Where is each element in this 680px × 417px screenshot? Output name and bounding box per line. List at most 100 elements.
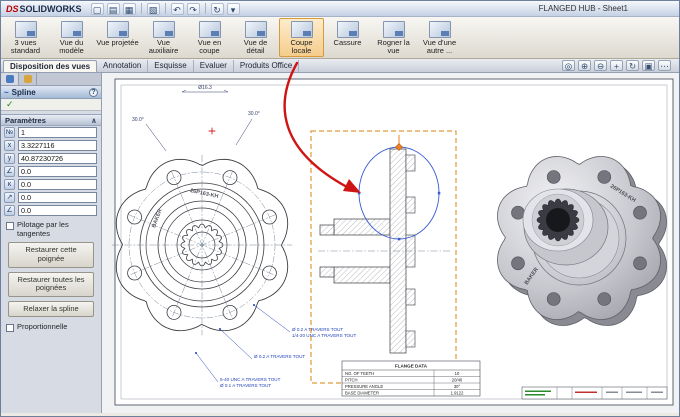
toolbar-separator [140, 3, 142, 14]
tab-evaluer[interactable]: Evaluer [194, 60, 234, 72]
tab-produits-office[interactable]: Produits Office [234, 60, 300, 72]
iso-bolt-hole [546, 170, 561, 184]
redo-icon[interactable]: ↷ [186, 2, 200, 15]
break-view-icon [336, 21, 359, 38]
tangent-driving-label: Pilotage par les tangentes [17, 220, 69, 238]
standard-views-button[interactable]: 3 vues standard [3, 18, 48, 57]
broken-out-section-icon [290, 21, 313, 38]
save-icon[interactable]: ▦ [122, 2, 136, 15]
tangent-driving-checkbox[interactable] [6, 222, 14, 230]
tangent-angle-icon: ∠ [4, 166, 15, 177]
title-block [521, 386, 668, 400]
detail-view-button[interactable]: Vue de détail [233, 18, 278, 57]
toolbar-separator [204, 3, 206, 14]
spline-control-point[interactable] [397, 237, 401, 241]
break-view-button[interactable]: Cassure [325, 18, 370, 57]
auxiliary-view-button[interactable]: Vue auxiliaire [141, 18, 186, 57]
flange-tab-section [405, 330, 416, 348]
curvature-field[interactable]: 0.0 [18, 179, 97, 190]
table-cell: 10 [455, 371, 460, 376]
section-view-button[interactable]: Vue en coupe [187, 18, 232, 57]
solidworks-window: DSSOLIDWORKS ▢ ▤ ▦ ▧ ↶ ↷ ↻ ▾ FLANGED HUB… [0, 0, 680, 417]
reset-all-handles-button[interactable]: Restaurer toutes les poignées [8, 271, 94, 297]
hub-step-wall [319, 266, 335, 278]
proportional-label: Proportionnelle [17, 322, 68, 332]
options-dropdown-icon[interactable]: ▾ [226, 2, 240, 15]
curvature-row: κ 0.0 [1, 178, 101, 191]
x-coordinate-icon: x [4, 140, 15, 151]
tab-annotation[interactable]: Annotation [97, 60, 149, 72]
more-view-tools-icon[interactable]: ⋯ [658, 60, 671, 71]
model-view-button[interactable]: Vue du modèle [49, 18, 94, 57]
tangent-direction-icon: ∠ [4, 205, 15, 216]
detail-view-icon [244, 21, 267, 38]
tangent-weight-icon: ↗ [4, 192, 15, 203]
spline-point-number-field[interactable]: 1 [18, 127, 97, 138]
tangent-angle-field[interactable]: 0.0 [18, 166, 97, 177]
table-cell: 30° [454, 384, 461, 389]
button-label: Rogner la vue [377, 38, 410, 56]
undo-icon[interactable]: ↶ [170, 2, 184, 15]
projected-view-button[interactable]: Vue projetée [95, 18, 140, 57]
command-manager-tabbar: Disposition des vues Annotation Esquisse… [1, 59, 679, 73]
spline-control-point[interactable] [357, 191, 361, 195]
help-icon[interactable]: ? [89, 87, 98, 97]
pan-icon[interactable]: + [610, 60, 623, 71]
configuration-tab[interactable] [19, 73, 37, 85]
tangent-direction-field[interactable]: 0.0 [18, 205, 97, 216]
spline-point-number-row: № 1 [1, 126, 101, 139]
propertymanager-tab[interactable] [1, 73, 19, 85]
rebuild-icon[interactable]: ↻ [210, 2, 224, 15]
relax-spline-button[interactable]: Relaxer la spline [8, 300, 94, 318]
tangent-weight-field[interactable]: 0.0 [18, 192, 97, 203]
print-icon[interactable]: ▧ [146, 2, 160, 15]
flange-tab-section [405, 288, 416, 306]
alternate-position-view-button[interactable]: Vue d'une autre ... [417, 18, 462, 57]
tangent-direction-row: ∠ 0.0 [1, 204, 101, 217]
button-label: Vue auxiliaire [148, 38, 179, 56]
auxiliary-view-icon [152, 21, 175, 38]
crop-view-button[interactable]: Rogner la vue [371, 18, 416, 57]
rotate-view-icon[interactable]: ↻ [626, 60, 639, 71]
button-label: Vue de détail [243, 38, 268, 56]
new-document-icon[interactable]: ▢ [90, 2, 104, 15]
y-coordinate-row: y 40.87230726 [1, 152, 101, 165]
table-cell: 20/40 [452, 378, 463, 383]
x-coordinate-field[interactable]: 3.3227116 [18, 140, 97, 151]
diameter-dimension: Ø16.3 [198, 85, 212, 91]
zoom-out-icon[interactable]: ⊖ [594, 60, 607, 71]
zoom-in-icon[interactable]: ⊕ [578, 60, 591, 71]
ok-check-icon[interactable]: ✓ [6, 99, 14, 110]
iso-bolt-hole [511, 256, 525, 271]
flange-data-table[interactable]: FLANGE DATA NO. OF TEETH 10 PITCH 20/40 … [341, 360, 481, 397]
solidworks-logo: DSSOLIDWORKS [6, 4, 82, 14]
parameters-section-header[interactable]: Paramètres ∧ [1, 114, 101, 126]
hub-section-wall [333, 218, 391, 236]
angle-dimension: 30.0° [132, 117, 144, 123]
broken-out-section-button[interactable]: Coupe locale [279, 18, 324, 57]
spline-control-point[interactable] [437, 191, 441, 195]
reset-this-handle-button[interactable]: Restaurer cette poignée [8, 242, 94, 268]
table-title: FLANGE DATA [395, 364, 428, 369]
table-cell: PRESSURE ANGLE [345, 384, 383, 389]
tab-disposition-des-vues[interactable]: Disposition des vues [3, 60, 98, 72]
iso-bolt-hole [633, 256, 647, 271]
table-cell: PITCH [345, 378, 358, 383]
propertymanager-tab-icon [5, 75, 14, 83]
zoom-fit-icon[interactable]: ◎ [562, 60, 575, 71]
note-line: Ø 0.2 A TRAVERS TOUT [292, 327, 343, 332]
angle-dimension: 30.0° [248, 111, 260, 117]
configuration-tab-icon [23, 75, 32, 83]
display-style-icon[interactable]: ▣ [642, 60, 655, 71]
proportional-checkbox[interactable] [6, 324, 14, 333]
table-cell: BASE DIAMETER [345, 391, 379, 396]
logo-name: SOLIDWORKS [19, 3, 82, 14]
drawing-canvas[interactable]: BAKER 26P163-KH Ø16.3 30.0° 30.0° Ø 0.2 … [102, 73, 679, 413]
button-label: Vue projetée [96, 38, 139, 47]
tab-esquisse[interactable]: Esquisse [148, 60, 194, 72]
crop-view-icon [382, 21, 405, 38]
open-folder-icon[interactable]: ▤ [106, 2, 120, 15]
curvature-icon: κ [4, 179, 15, 190]
y-coordinate-field[interactable]: 40.87230726 [18, 153, 97, 164]
spline-point-number-icon: № [4, 127, 15, 138]
